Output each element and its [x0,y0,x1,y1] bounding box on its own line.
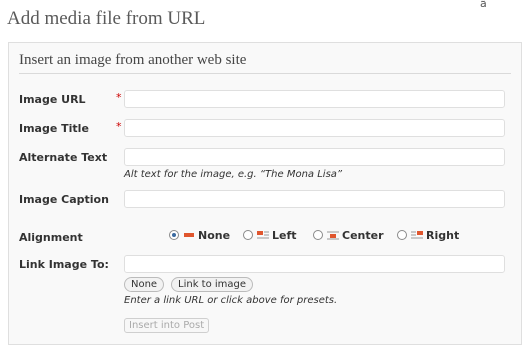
alignment-option-right[interactable]: Right [397,228,459,242]
link-url-input[interactable] [124,255,505,273]
alignment-label: Alignment [19,231,83,244]
image-url-input[interactable] [124,90,505,108]
alignment-option-none[interactable]: None [169,228,230,242]
alternate-text-input[interactable] [124,148,505,166]
alignment-right-label: Right [426,228,460,242]
alignment-center-label: Center [342,228,384,242]
panel-divider [19,73,511,74]
alignment-option-left[interactable]: Left [243,228,297,242]
align-center-icon [327,230,339,240]
alignment-left-label: Left [272,228,297,242]
corner-mark: ä [480,0,487,10]
align-right-icon [411,230,423,240]
align-none-icon [183,231,195,240]
panel-title: Insert an image from another web site [19,52,247,68]
insert-into-post-button[interactable]: Insert into Post [124,318,210,333]
link-url-help: Enter a link URL or click above for pres… [124,295,338,306]
link-none-button[interactable]: None [124,277,165,292]
alignment-left-radio[interactable] [243,230,253,240]
image-url-required-mark: * [116,91,122,104]
page-title: Add media file from URL [7,8,206,29]
insert-from-url-panel: Insert an image from another web site Im… [8,42,522,345]
image-url-label: Image URL [19,93,86,106]
alternate-text-label: Alternate Text [19,151,108,164]
alignment-center-radio[interactable] [313,230,323,240]
image-caption-input[interactable] [124,190,505,208]
image-title-input[interactable] [124,119,505,137]
alternate-text-help: Alt text for the image, e.g. “The Mona L… [124,169,343,180]
link-image-to-label: Link Image To: [19,258,109,271]
image-title-required-mark: * [116,120,122,133]
alignment-right-radio[interactable] [397,230,407,240]
image-caption-label: Image Caption [19,193,109,206]
alignment-none-radio[interactable] [169,230,179,240]
align-left-icon [257,230,269,240]
alignment-option-center[interactable]: Center [313,228,384,242]
image-title-label: Image Title [19,122,89,135]
link-to-image-button[interactable]: Link to image [171,277,254,292]
alignment-none-label: None [198,228,231,242]
